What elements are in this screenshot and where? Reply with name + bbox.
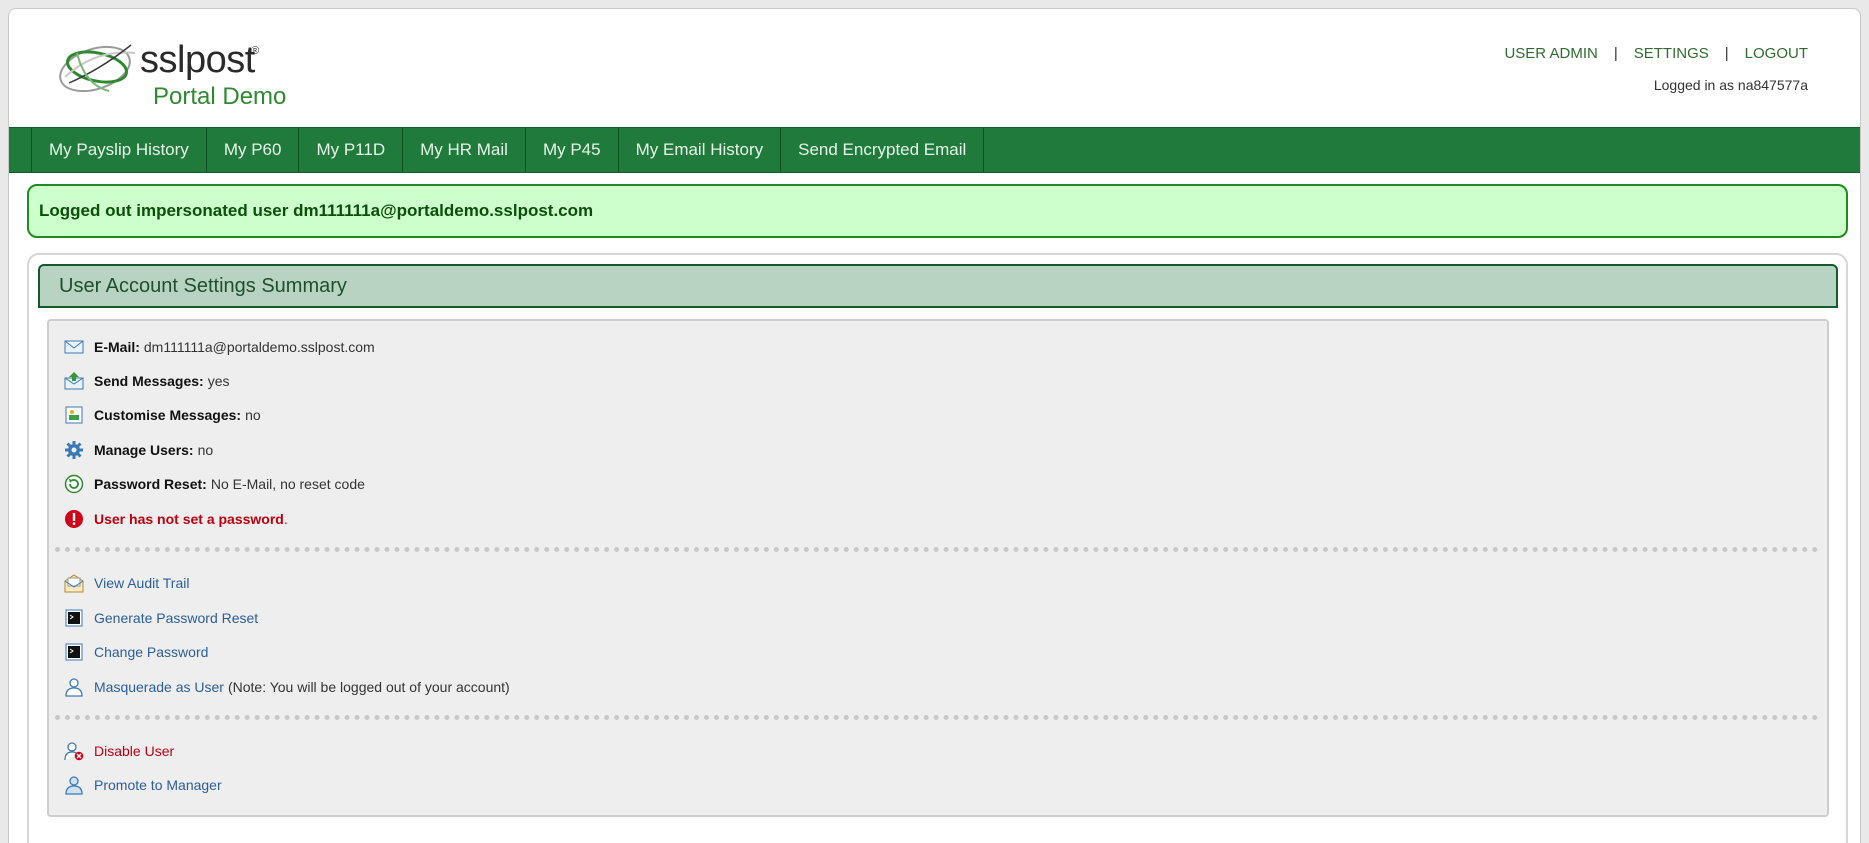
- logo-swoosh-icon: [59, 44, 136, 93]
- user-icon: [63, 774, 85, 796]
- detail-manage-users: Manage Users: no: [63, 438, 213, 462]
- detail-value: yes: [207, 373, 230, 389]
- brand-registered-mark: ®: [251, 45, 260, 57]
- logged-in-status: Logged in as na847577a: [1653, 77, 1808, 93]
- user-icon: [63, 676, 85, 698]
- brand-subtitle: Portal Demo: [153, 83, 287, 110]
- section-divider: [55, 547, 1819, 552]
- envelope-icon: [63, 336, 85, 358]
- detail-value: no: [245, 407, 261, 423]
- masquerade-as-user-link[interactable]: Masquerade as User: [94, 679, 224, 695]
- detail-send-messages: Send Messages: yes: [63, 369, 230, 393]
- nav-my-email-history[interactable]: My Email History: [617, 128, 781, 172]
- detail-label: E-Mail:: [94, 339, 140, 355]
- brand-logo[interactable]: sslpost ® Portal Demo: [55, 31, 315, 116]
- terminal-icon: [63, 641, 85, 663]
- warning-suffix: .: [283, 511, 288, 527]
- detail-label: Customise Messages:: [94, 407, 242, 423]
- send-mail-icon: [63, 370, 85, 392]
- user-disable-icon: [63, 740, 85, 762]
- panel-title: User Account Settings Summary: [38, 264, 1838, 308]
- terminal-icon: [63, 607, 85, 629]
- promote-to-manager-link[interactable]: Promote to Manager: [94, 777, 222, 793]
- change-password-link[interactable]: Change Password: [94, 644, 208, 660]
- nav-separator: |: [1724, 45, 1729, 62]
- nav-my-p45[interactable]: My P45: [524, 128, 618, 172]
- disable-user-link[interactable]: Disable User: [94, 743, 174, 759]
- gear-icon: [63, 439, 85, 461]
- account-settings-panel: User Account Settings Summary E-Mail: dm…: [27, 253, 1848, 843]
- open-envelope-icon: [63, 572, 85, 594]
- detail-email: E-Mail: dm111111a@portaldemo.sslpost.com: [63, 335, 375, 359]
- action-view-audit-trail: View Audit Trail: [63, 571, 189, 595]
- action-change-password: Change Password: [63, 640, 208, 664]
- action-masquerade-as-user: Masquerade as User (Note: You will be lo…: [63, 675, 510, 699]
- alert-icon: [63, 508, 85, 530]
- main-navigation: My Payslip History My P60 My P11D My HR …: [9, 127, 1860, 173]
- refresh-icon: [63, 473, 85, 495]
- detail-password-reset: Password Reset: No E-Mail, no reset code: [63, 472, 365, 496]
- nav-my-p11d[interactable]: My P11D: [298, 128, 402, 172]
- password-warning: User has not set a password.: [63, 507, 288, 531]
- user-admin-link[interactable]: USER ADMIN: [1504, 45, 1597, 62]
- settings-link[interactable]: SETTINGS: [1634, 45, 1709, 62]
- nav-send-encrypted-email[interactable]: Send Encrypted Email: [780, 128, 985, 172]
- header: sslpost ® Portal Demo USER ADMIN | SETTING…: [9, 9, 1860, 127]
- action-generate-password-reset: Generate Password Reset: [63, 606, 258, 630]
- nav-my-hr-mail[interactable]: My HR Mail: [402, 128, 525, 172]
- logout-notice: Logged out impersonated user dm111111a@p…: [27, 184, 1848, 238]
- panel-body: E-Mail: dm111111a@portaldemo.sslpost.com…: [47, 319, 1829, 817]
- detail-customise-messages: Customise Messages: no: [63, 403, 261, 427]
- detail-value: no: [197, 442, 214, 458]
- detail-value: dm111111a@portaldemo.sslpost.com: [143, 339, 375, 355]
- detail-label: Send Messages:: [94, 373, 204, 389]
- detail-value: No E-Mail, no reset code: [210, 476, 365, 492]
- view-audit-trail-link[interactable]: View Audit Trail: [94, 575, 189, 591]
- nav-separator: |: [1613, 45, 1618, 62]
- warning-text: User has not set a password: [94, 511, 284, 527]
- generate-password-reset-link[interactable]: Generate Password Reset: [94, 610, 258, 626]
- logout-link[interactable]: LOGOUT: [1745, 45, 1808, 62]
- masquerade-note: (Note: You will be logged out of your ac…: [227, 679, 510, 695]
- action-promote-to-manager: Promote to Manager: [63, 773, 222, 797]
- section-divider: [55, 715, 1819, 720]
- detail-label: Manage Users:: [94, 442, 194, 458]
- action-disable-user: Disable User: [63, 739, 174, 763]
- top-navigation: USER ADMIN | SETTINGS | LOGOUT: [1504, 45, 1808, 62]
- nav-my-payslip-history[interactable]: My Payslip History: [31, 128, 206, 172]
- brand-name: sslpost: [140, 39, 255, 81]
- nav-my-p60[interactable]: My P60: [205, 128, 299, 172]
- detail-label: Password Reset:: [94, 476, 207, 492]
- page: sslpost ® Portal Demo USER ADMIN | SETTING…: [8, 8, 1861, 843]
- image-icon: [63, 404, 85, 426]
